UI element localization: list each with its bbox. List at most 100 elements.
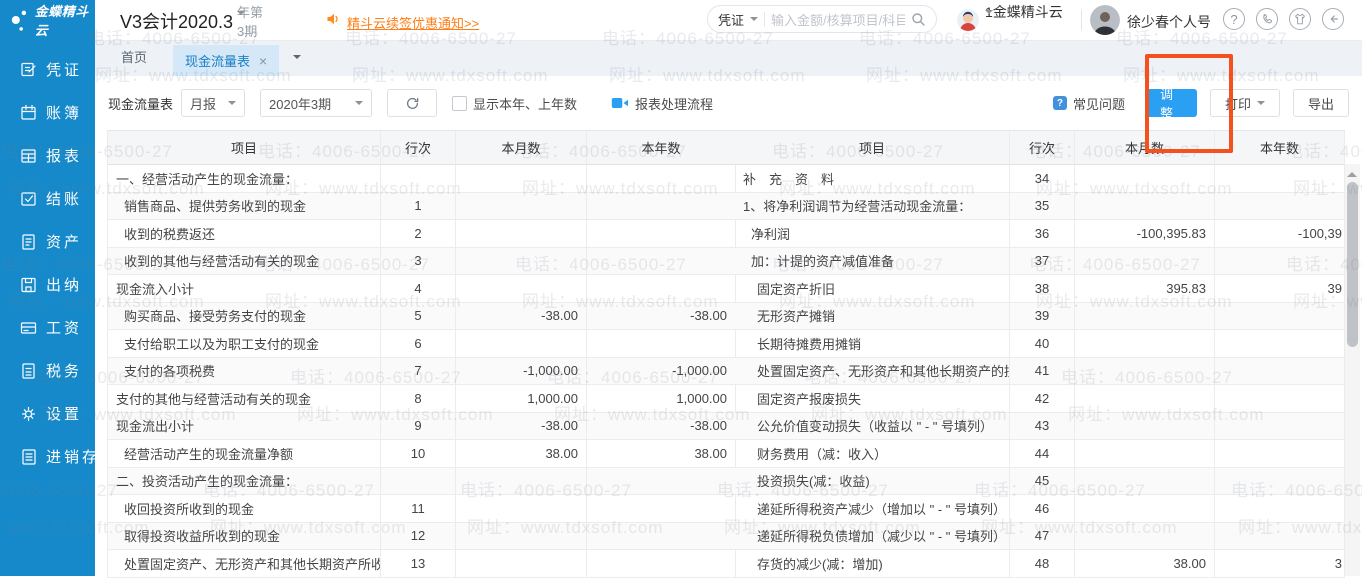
refresh-button[interactable] (387, 89, 437, 117)
period-type-select[interactable]: 月报 (181, 89, 245, 117)
cell-line: 12 (381, 523, 456, 551)
print-button[interactable]: 打印 (1210, 89, 1280, 117)
table-row[interactable]: 收到的其他与经营活动有关的现金3 (108, 248, 736, 276)
cell-year: 39 (1215, 275, 1345, 303)
sidebar-item-label: 账簿 (46, 102, 82, 123)
cell-line: 6 (381, 330, 456, 358)
table-row[interactable]: 取得投资收益所收到的现金12 (108, 523, 736, 551)
table-row[interactable]: 递延所得税负债增加（减少以 " - " 号填列）47 (735, 523, 1345, 551)
table-row[interactable]: 二、投资活动产生的现金流量： (108, 468, 736, 496)
table-row[interactable]: 支付的其他与经营活动有关的现金81,000.001,000.00 (108, 385, 736, 413)
table-row[interactable]: 一、经营活动产生的现金流量： (108, 165, 736, 193)
sidebar-item-label: 凭证 (46, 59, 82, 80)
table-row[interactable]: 现金流入小计4 (108, 275, 736, 303)
table-row[interactable]: 购买商品、接受劳务支付的现金5-38.00-38.00 (108, 303, 736, 331)
cell-line: 43 (1010, 413, 1075, 441)
tab-list-dropdown-icon[interactable] (293, 55, 301, 63)
table-row[interactable]: 支付给职工以及为职工支付的现金6 (108, 330, 736, 358)
sidebar-item-settings[interactable]: 设置 (0, 392, 95, 435)
table-row[interactable]: 处置固定资产、无形资产和其他长期资产的损失41 (735, 358, 1345, 386)
user-name[interactable]: 徐少春个人号 (1127, 12, 1211, 32)
table-row[interactable]: 固定资产报废损失42 (735, 385, 1345, 413)
table-row[interactable]: 无形资产摊销39 (735, 303, 1345, 331)
search-input[interactable]: 输入金额/核算项目/科目/摘 (771, 10, 905, 29)
table-row[interactable]: 收到的税费返还2 (108, 220, 736, 248)
table-row[interactable]: 补 充 资 料34 (735, 165, 1345, 193)
table-row[interactable]: 销售商品、提供劳务收到的现金1 (108, 193, 736, 221)
table-row[interactable]: 支付的各项税费7-1,000.00-1,000.00 (108, 358, 736, 386)
table-row[interactable]: 递延所得税资产减少（增加以 " - " 号填列）46 (735, 495, 1345, 523)
table-row[interactable]: 财务费用（减：收入）44 (735, 440, 1345, 468)
cell-month (1075, 495, 1215, 523)
global-search[interactable]: 凭证 输入金额/核算项目/科目/摘 (707, 5, 937, 33)
table-row[interactable]: 净利润36-100,395.83-100,39 (735, 220, 1345, 248)
sidebar-item-tax[interactable]: 税务 (0, 349, 95, 392)
export-button[interactable]: 导出 (1293, 89, 1349, 117)
shirt-icon[interactable] (1289, 8, 1311, 30)
search-category[interactable]: 凭证 (718, 10, 744, 29)
cell-line: 46 (1010, 495, 1075, 523)
scrollbar-thumb[interactable] (1347, 182, 1358, 347)
table-row[interactable]: 公允价值变动损失（收益以 " - " 号填列）43 (735, 413, 1345, 441)
cell-month (1075, 358, 1215, 386)
report-process-link[interactable]: 报表处理流程 (635, 94, 713, 113)
cell-year (1215, 303, 1345, 331)
chevron-down-icon (750, 17, 758, 25)
table-row[interactable]: 收回投资所收到的现金11 (108, 495, 736, 523)
sidebar-item-cashier[interactable]: 出纳 (0, 263, 95, 306)
close-icon[interactable]: × (259, 54, 267, 68)
table-row[interactable]: 投资损失(减：收益)45 (735, 468, 1345, 496)
tab-home[interactable]: 首页 (95, 40, 173, 76)
cell-month (456, 523, 587, 551)
table-row[interactable]: 现金流出小计9-38.00-38.00 (108, 413, 736, 441)
cell-item: 递延所得税资产减少（增加以 " - " 号填列） (735, 495, 1010, 523)
scroll-up-icon[interactable] (1347, 167, 1357, 177)
cell-item: 二、投资活动产生的现金流量： (108, 468, 381, 496)
promo-notice-link[interactable]: 精斗云续签优惠通知>> (347, 13, 479, 32)
cell-item: 一、经营活动产生的现金流量： (108, 165, 381, 193)
phone-icon[interactable] (1256, 8, 1278, 30)
table-row[interactable]: 存货的减少(减：增加)4838.003 (735, 550, 1345, 578)
sidebar-item-inventory[interactable]: 进销存 (0, 435, 95, 478)
sidebar-item-voucher[interactable]: 凭证 (0, 48, 95, 91)
cell-year: -100,39 (1215, 220, 1345, 248)
sidebar-item-closing[interactable]: 结账 (0, 177, 95, 220)
sidebar-item-ledger[interactable]: 账簿 (0, 91, 95, 134)
table-row[interactable]: 处置固定资产、无形资产和其他长期资产所收回的13 (108, 550, 736, 578)
table-row[interactable]: 1、将净利润调节为经营活动现金流量：35 (735, 193, 1345, 221)
cell-item: 销售商品、提供劳务收到的现金 (108, 193, 381, 221)
top-header: V3会计2020.3 2020年第3期 精斗云续签优惠通知>> 凭证 输入金额/… (95, 0, 1362, 41)
app-logo[interactable]: 金蝶精斗云 (0, 0, 95, 40)
table-row[interactable]: 经营活动产生的现金流量净额1038.0038.00 (108, 440, 736, 468)
table-row[interactable]: 加：计提的资产减值准备37 (735, 248, 1345, 276)
cell-year: 1,000.00 (587, 385, 736, 413)
cell-year (587, 330, 736, 358)
cell-year: -38.00 (587, 303, 736, 331)
tab-cash-flow-statement[interactable]: 现金流量表 × (173, 45, 279, 76)
vertical-scrollbar[interactable] (1345, 164, 1360, 576)
chevron-down-icon (1257, 101, 1265, 109)
cell-month (456, 165, 587, 193)
column-header: 行次 (1010, 131, 1075, 165)
table-row[interactable]: 长期待摊费用摊销40 (735, 330, 1345, 358)
show-compare-checkbox[interactable] (452, 96, 467, 111)
cell-month (456, 220, 587, 248)
chevron-down-icon (355, 101, 363, 109)
company-avatar[interactable] (957, 9, 979, 31)
cell-month (1075, 193, 1215, 221)
adjust-button[interactable]: 调整 (1145, 89, 1197, 117)
sidebar-item-report[interactable]: 报表 (0, 134, 95, 177)
sidebar-item-payroll[interactable]: 工资 (0, 306, 95, 349)
faq-link[interactable]: 常见问题 (1073, 94, 1125, 113)
cell-line: 5 (381, 303, 456, 331)
table-row[interactable]: 固定资产折旧38395.8339 (735, 275, 1345, 303)
user-avatar[interactable] (1090, 5, 1120, 35)
cell-item: 固定资产折旧 (735, 275, 1010, 303)
period-value-select[interactable]: 2020年3期 (260, 89, 372, 117)
back-icon[interactable] (1322, 8, 1344, 30)
logo-text: 金蝶精斗云 (35, 1, 95, 39)
sidebar-item-asset[interactable]: 资产 (0, 220, 95, 263)
cell-month: 1,000.00 (456, 385, 587, 413)
help-icon[interactable]: ? (1223, 8, 1245, 30)
cell-item: 固定资产报废损失 (735, 385, 1010, 413)
